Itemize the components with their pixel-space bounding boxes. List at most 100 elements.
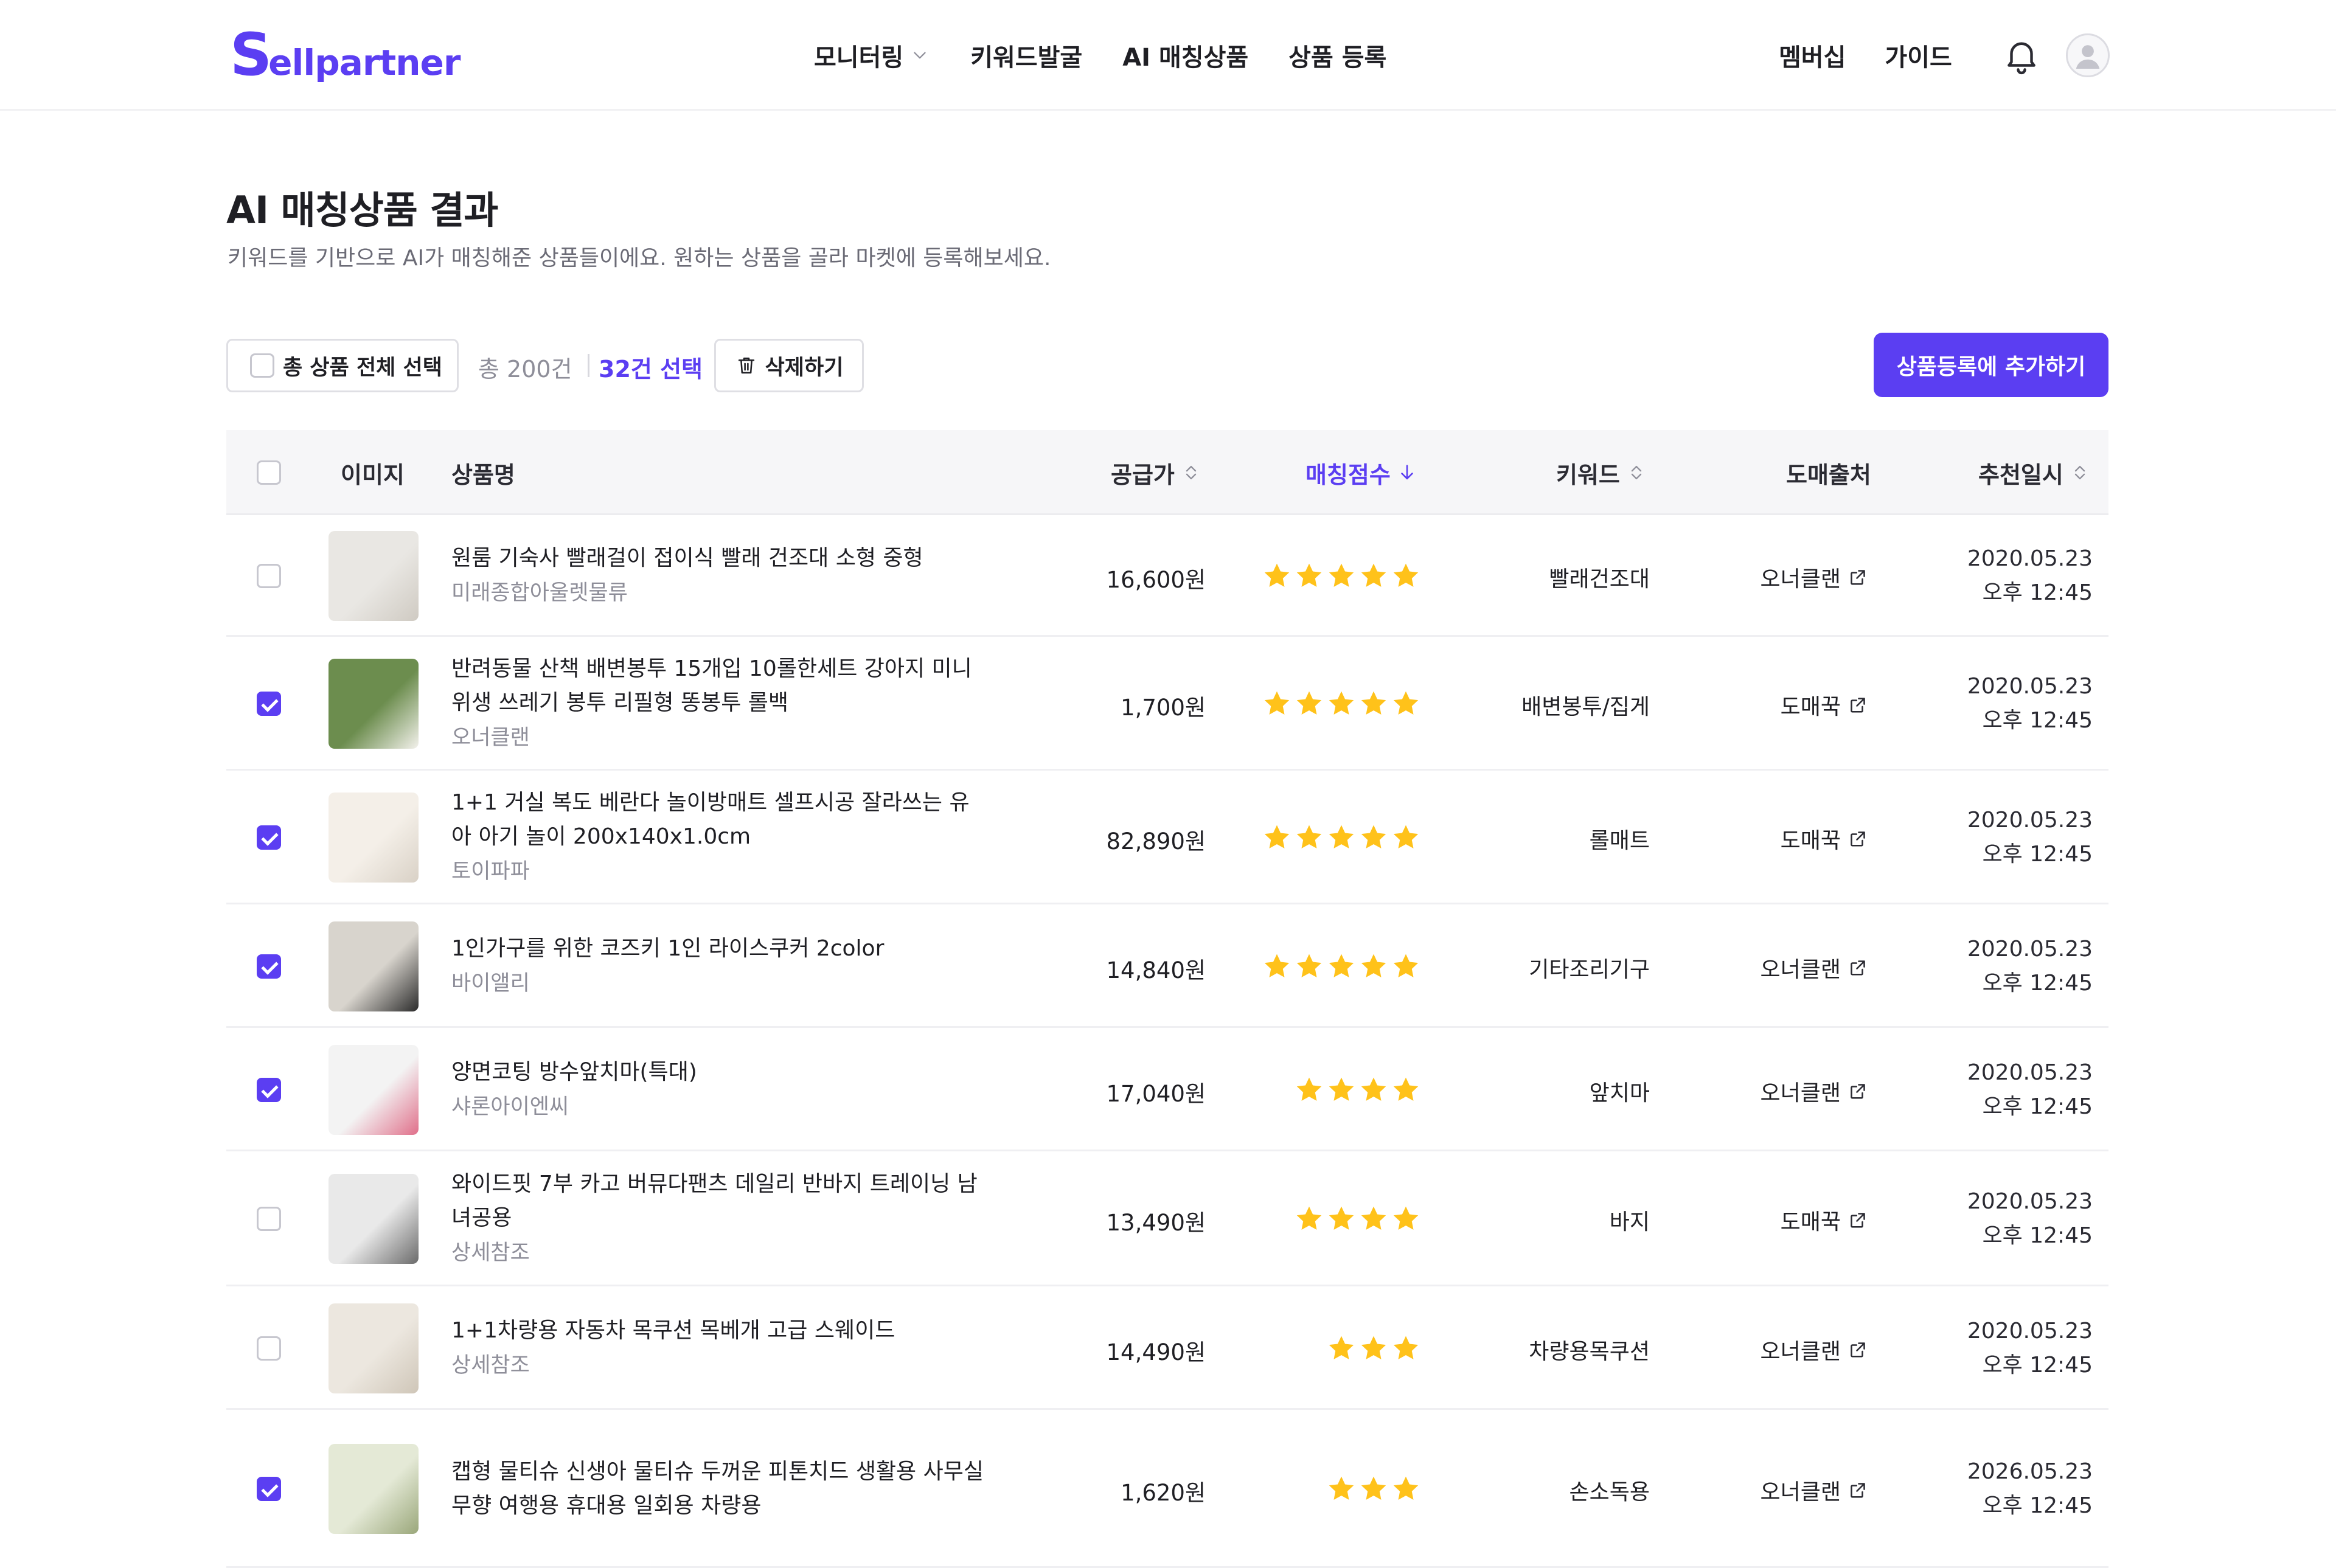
row-checkbox[interactable] — [257, 564, 281, 588]
row-checkbox[interactable] — [257, 954, 281, 979]
wholesale-source-label: 도매꾹 — [1780, 828, 1841, 853]
product-price: 1,620원 — [1121, 1480, 1206, 1506]
product-name-cell[interactable]: 1+1 거실 복도 베란다 놀이방매트 셀프시공 잘라쓰는 유아 아기 놀이 2… — [451, 786, 987, 889]
recommended-date: 2020.05.23 — [1967, 936, 2093, 962]
wholesale-source-link[interactable]: 오너클랜 — [1761, 1075, 1869, 1107]
star-icon — [1296, 825, 1322, 848]
table-row[interactable]: 원룸 기숙사 빨래걸이 접이식 빨래 건조대 소형 중형 미래종합아울렛물류 16,… — [226, 515, 2108, 637]
product-keyword: 차량용목쿠션 — [1529, 1339, 1650, 1364]
product-name-cell[interactable]: 1+1차량용 자동차 목쿠션 목베개 고급 스웨이드 상세참조 — [451, 1314, 987, 1383]
table-row[interactable]: 양면코팅 방수앞치마(특대) 샤론아이엔씨 17,040원 앞치마 오너클랜 2020.0… — [226, 1028, 2108, 1151]
product-thumbnail[interactable] — [328, 659, 419, 749]
page-title: AI 매칭상품 결과 — [226, 188, 498, 232]
star-icon — [1329, 825, 1354, 848]
product-thumbnail[interactable] — [328, 531, 419, 621]
product-name-cell[interactable]: 양면코팅 방수앞치마(특대) 샤론아이엔씨 — [451, 1055, 987, 1125]
wholesale-source-link[interactable]: 도매꾹 — [1781, 823, 1869, 855]
product-name-cell[interactable]: 원룸 기숙사 빨래걸이 접이식 빨래 건조대 소형 중형 미래종합아울렛물류 — [451, 541, 987, 611]
delete-label: 삭제하기 — [765, 355, 844, 380]
column-date[interactable]: 추천일시 — [1978, 430, 2090, 515]
row-checkbox[interactable] — [257, 1336, 281, 1361]
wholesale-source-link[interactable]: 오너클랜 — [1761, 561, 1869, 593]
star-icon — [1264, 954, 1290, 977]
product-price: 14,840원 — [1106, 957, 1206, 983]
wholesale-source-link[interactable]: 오너클랜 — [1761, 1334, 1869, 1365]
sellpartner-logo[interactable]: S ellpartner — [230, 23, 461, 84]
recommended-time: 오후 12:45 — [1982, 1352, 2093, 1378]
product-name-cell[interactable]: 1인가구를 위한 코즈키 1인 라이스쿠커 2color 바이앨리 — [451, 932, 987, 1001]
recommended-date: 2020.05.23 — [1967, 546, 2093, 571]
delete-button[interactable]: 삭제하기 — [714, 339, 864, 392]
bell-icon[interactable] — [2001, 35, 2042, 75]
product-seller: 오너클랜 — [451, 726, 530, 750]
product-name-cell[interactable]: 캡형 물티슈 신생아 물티슈 두꺼운 피톤치드 생활용 사무실 무향 여행용 휴… — [451, 1455, 987, 1523]
product-thumbnail[interactable] — [328, 1174, 419, 1264]
table-row[interactable]: 1+1 거실 복도 베란다 놀이방매트 셀프시공 잘라쓰는 유아 아기 놀이 2… — [226, 771, 2108, 904]
row-checkbox[interactable] — [257, 692, 281, 716]
column-price[interactable]: 공급가 — [1111, 430, 1201, 515]
product-thumbnail[interactable] — [328, 1444, 419, 1534]
wholesale-source-label: 도매꾹 — [1780, 695, 1841, 720]
add-to-registration-button[interactable]: 상품등록에 추가하기 — [1874, 333, 2108, 397]
nav-keyword-discovery[interactable]: 키워드발굴 — [970, 38, 1082, 73]
recommended-datetime: 2020.05.23 오후 12:45 — [1967, 542, 2093, 610]
wholesale-source-link[interactable]: 도매꾹 — [1781, 1204, 1869, 1236]
star-icon — [1264, 691, 1290, 715]
table-row[interactable]: 캡형 물티슈 신생아 물티슈 두꺼운 피톤치드 생활용 사무실 무향 여행용 휴… — [226, 1410, 2108, 1568]
avatar[interactable] — [2066, 33, 2110, 77]
total-count: 총 200건 — [478, 356, 572, 383]
star-icon — [1361, 563, 1386, 587]
wholesale-source-link[interactable]: 오너클랜 — [1761, 952, 1869, 983]
wholesale-source-link[interactable]: 도매꾹 — [1781, 689, 1869, 721]
product-keyword: 배변봉투/집게 — [1521, 695, 1650, 720]
nav-monitoring[interactable]: 모니터링 — [814, 38, 930, 73]
match-score-stars — [1326, 1333, 1421, 1364]
product-price: 1,700원 — [1121, 695, 1206, 721]
product-keyword: 앞치마 — [1589, 1080, 1650, 1106]
product-thumbnail[interactable] — [328, 793, 419, 883]
trash-icon — [738, 357, 754, 374]
row-checkbox[interactable] — [257, 1477, 281, 1501]
product-thumbnail[interactable] — [328, 1303, 419, 1393]
product-keyword: 기타조리기구 — [1529, 957, 1650, 982]
column-date-label: 추천일시 — [1978, 461, 2063, 488]
product-thumbnail[interactable] — [328, 921, 419, 1011]
star-icon — [1393, 563, 1419, 587]
table-row[interactable]: 반려동물 산책 배변봉투 15개입 10롤한세트 강아지 미니 위생 쓰레기 봉… — [226, 637, 2108, 771]
right-nav: 멤버십 가이드 — [1779, 35, 1952, 75]
match-score-stars — [1262, 951, 1421, 982]
table-row[interactable]: 와이드핏 7부 카고 버뮤다팬츠 데일리 반바지 트레이닝 남녀공용 상세참조 13… — [226, 1151, 2108, 1286]
recommended-date: 2020.05.23 — [1967, 1189, 2093, 1214]
product-name: 양면코팅 방수앞치마(특대) — [451, 1059, 697, 1084]
select-all-checkbox[interactable] — [250, 353, 274, 378]
column-source: 도매출처 — [1786, 461, 1871, 488]
star-icon — [1361, 825, 1386, 848]
star-icon — [1329, 1336, 1354, 1359]
column-keyword[interactable]: 키워드 — [1556, 430, 1647, 515]
sort-icon — [1631, 465, 1642, 480]
header-checkbox[interactable] — [257, 460, 281, 485]
column-score-label: 매칭점수 — [1305, 461, 1391, 488]
row-checkbox[interactable] — [257, 1207, 281, 1231]
table-row[interactable]: 1+1차량용 자동차 목쿠션 목베개 고급 스웨이드 상세참조 14,490원 차량용… — [226, 1286, 2108, 1410]
column-score[interactable]: 매칭점수 — [1305, 430, 1417, 515]
product-keyword: 바지 — [1609, 1210, 1650, 1235]
table-row[interactable]: 1인가구를 위한 코즈키 1인 라이스쿠커 2color 바이앨리 14,840원 기… — [226, 904, 2108, 1028]
nav-product-register[interactable]: 상품 등록 — [1288, 38, 1386, 73]
nav-membership[interactable]: 멤버십 — [1779, 38, 1846, 73]
product-thumbnail[interactable] — [328, 1044, 419, 1135]
wholesale-source-link[interactable]: 오너클랜 — [1761, 1474, 1869, 1506]
product-name-cell[interactable]: 반려동물 산책 배변봉투 15개입 10롤한세트 강아지 미니 위생 쓰레기 봉… — [451, 652, 987, 755]
product-seller: 상세참조 — [451, 1353, 530, 1378]
row-checkbox[interactable] — [257, 825, 281, 850]
select-all-button[interactable]: 총 상품 전체 선택 — [226, 339, 459, 392]
external-link-icon — [1851, 1083, 1865, 1099]
row-checkbox[interactable] — [257, 1077, 281, 1102]
nav-guide[interactable]: 가이드 — [1885, 38, 1952, 73]
product-name-cell[interactable]: 와이드핏 7부 카고 버뮤다팬츠 데일리 반바지 트레이닝 남녀공용 상세참조 — [451, 1167, 987, 1271]
nav-ai-matching[interactable]: AI 매칭상품 — [1122, 38, 1248, 73]
recommended-datetime: 2020.05.23 오후 12:45 — [1967, 1314, 2093, 1382]
wholesale-source-label: 오너클랜 — [1760, 1339, 1841, 1364]
star-icon — [1296, 1077, 1322, 1101]
match-score-stars — [1262, 689, 1421, 719]
